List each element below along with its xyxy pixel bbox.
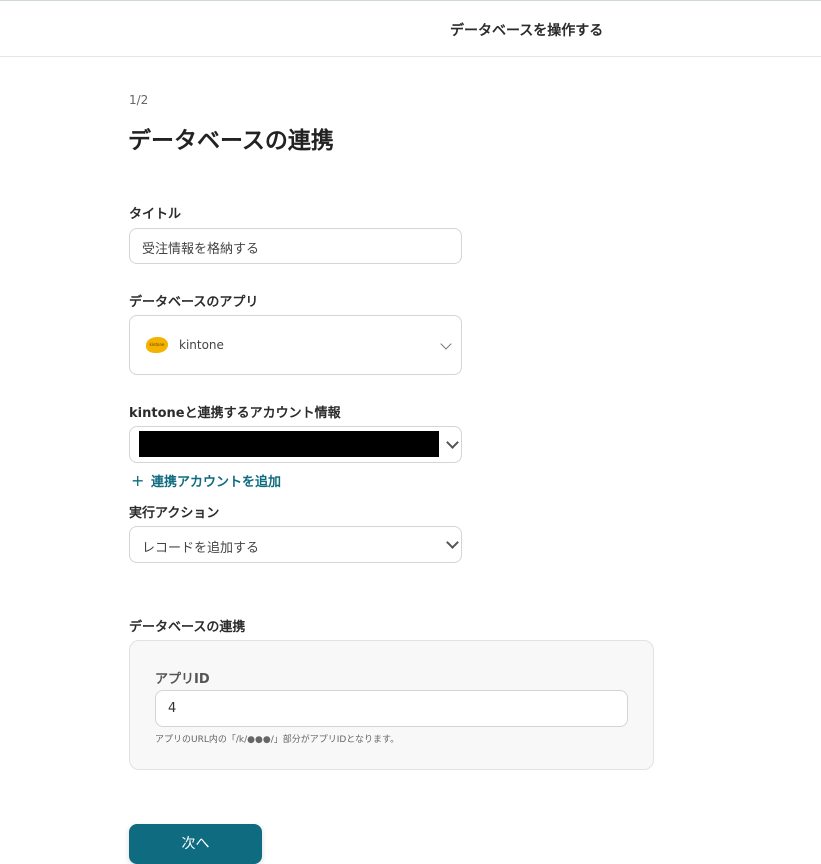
next-button-label: 次へ (181, 836, 210, 852)
app-select-value: kintone (179, 338, 224, 352)
page-header: データベースを操作する (0, 1, 821, 57)
app-id-label: アプリID (155, 672, 210, 687)
app-select[interactable]: kintone kintone (129, 315, 462, 375)
next-button[interactable]: 次へ (129, 824, 262, 864)
account-field-label: kintoneと連携するアカウント情報 (129, 406, 341, 421)
app-id-value: 4 (168, 701, 177, 716)
kintone-logo-icon: kintone (146, 337, 168, 353)
chevron-down-icon (446, 436, 459, 449)
add-account-link[interactable]: + 連携アカウントを追加 (131, 471, 281, 490)
app-id-input[interactable]: 4 (155, 690, 628, 727)
db-section-label: データベースの連携 (129, 620, 246, 635)
chevron-down-icon (446, 536, 459, 549)
title-input[interactable]: 受注情報を格納する (129, 228, 462, 264)
title-input-value: 受注情報を格納する (142, 242, 260, 257)
action-select[interactable]: レコードを追加する (129, 526, 462, 563)
step-indicator: 1/2 (129, 93, 149, 107)
header-title: データベースを操作する (450, 23, 604, 39)
action-field-label: 実行アクション (129, 506, 220, 521)
app-id-hint: アプリのURL内の「/k/●●●/」部分がアプリIDとなります。 (155, 735, 400, 745)
title-field-label: タイトル (129, 207, 182, 222)
chevron-down-icon (440, 338, 452, 350)
add-account-label: 連携アカウントを追加 (151, 475, 282, 490)
page-title: データベースの連携 (128, 128, 334, 154)
plus-icon: + (131, 471, 145, 490)
action-select-value: レコードを追加する (142, 541, 260, 556)
app-field-label: データベースのアプリ (129, 295, 259, 310)
db-section-panel: アプリID 4 アプリのURL内の「/k/●●●/」部分がアプリIDとなります。 (129, 640, 654, 770)
redacted-account-value (139, 431, 439, 457)
account-select[interactable] (129, 426, 462, 463)
